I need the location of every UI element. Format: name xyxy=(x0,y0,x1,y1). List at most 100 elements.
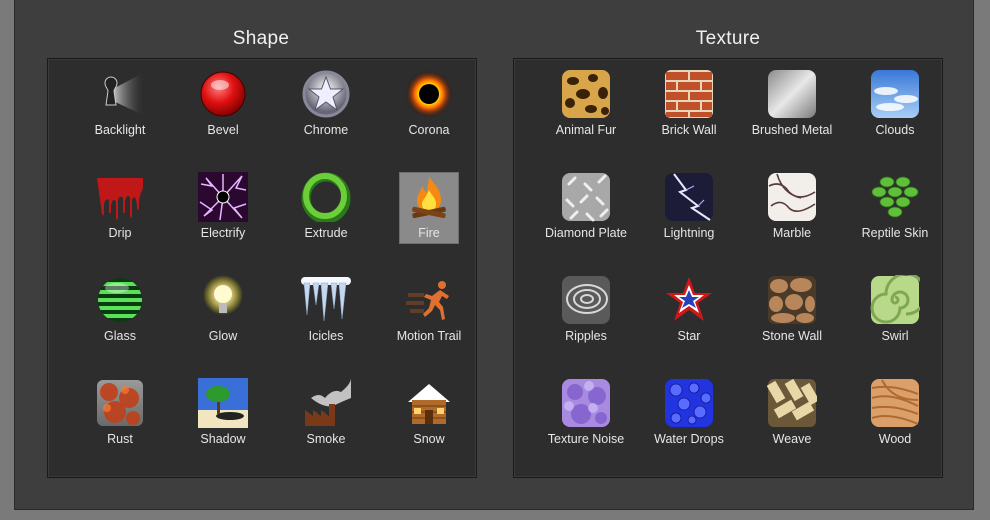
texture-item-label: Swirl xyxy=(881,329,909,343)
texture-item-texture-noise[interactable]: Texture Noise xyxy=(536,372,636,472)
brick-wall-icon xyxy=(664,69,714,119)
shape-item-icicles[interactable]: Icicles xyxy=(276,269,376,369)
texture-item-clouds[interactable]: Clouds xyxy=(845,63,945,163)
lightning-icon xyxy=(664,172,714,222)
shape-item-label: Corona xyxy=(408,123,450,137)
texture-item-label: Marble xyxy=(772,226,812,240)
shape-item-label: Icicles xyxy=(308,329,344,343)
clouds-icon xyxy=(870,69,920,119)
glass-icon xyxy=(95,275,145,325)
shape-item-label: Glow xyxy=(208,329,238,343)
texture-item-marble[interactable]: Marble xyxy=(742,166,842,266)
shape-item-snow[interactable]: Snow xyxy=(379,372,479,472)
texture-item-diamond-plate[interactable]: Diamond Plate xyxy=(536,166,636,266)
shape-grid: Backlight Bevel Chrome Corona Drip Electrify E… xyxy=(47,58,477,478)
shape-item-label: Shadow xyxy=(200,432,246,446)
texture-item-wood[interactable]: Wood xyxy=(845,372,945,472)
shape-item-label: Drip xyxy=(108,226,132,240)
shape-item-label: Smoke xyxy=(306,432,346,446)
water-drops-icon xyxy=(664,378,714,428)
texture-item-animal-fur[interactable]: Animal Fur xyxy=(536,63,636,163)
corona-icon xyxy=(404,69,454,119)
wood-icon xyxy=(870,378,920,428)
shape-item-label: Chrome xyxy=(303,123,349,137)
rust-icon xyxy=(95,378,145,428)
bevel-icon xyxy=(198,69,248,119)
shape-item-label: Rust xyxy=(107,432,133,446)
shape-item-fire[interactable]: Fire xyxy=(379,166,479,266)
shape-item-bevel[interactable]: Bevel xyxy=(173,63,273,163)
texture-noise-icon xyxy=(561,378,611,428)
drip-icon xyxy=(95,172,145,222)
shape-item-label: Motion Trail xyxy=(396,329,462,343)
shape-item-label: Fire xyxy=(418,226,440,240)
star-icon xyxy=(664,275,714,325)
texture-item-label: Reptile Skin xyxy=(861,226,929,240)
weave-icon xyxy=(767,378,817,428)
texture-item-label: Brushed Metal xyxy=(751,123,833,137)
shape-panel-title: Shape xyxy=(232,28,290,49)
icicles-icon xyxy=(301,275,351,325)
shape-item-shadow[interactable]: Shadow xyxy=(173,372,273,472)
diamond-plate-icon xyxy=(561,172,611,222)
texture-item-stone-wall[interactable]: Stone Wall xyxy=(742,269,842,369)
glow-icon xyxy=(198,275,248,325)
texture-item-label: Wood xyxy=(878,432,912,446)
texture-item-water-drops[interactable]: Water Drops xyxy=(639,372,739,472)
texture-item-label: Animal Fur xyxy=(555,123,617,137)
motion-trail-icon xyxy=(404,275,454,325)
backlight-icon xyxy=(95,69,145,119)
shape-item-label: Bevel xyxy=(207,123,239,137)
marble-icon xyxy=(767,172,817,222)
extrude-icon xyxy=(301,172,351,222)
shape-item-chrome[interactable]: Chrome xyxy=(276,63,376,163)
shape-item-glow[interactable]: Glow xyxy=(173,269,273,369)
ripples-icon xyxy=(561,275,611,325)
shape-item-motion-trail[interactable]: Motion Trail xyxy=(379,269,479,369)
texture-item-reptile-skin[interactable]: Reptile Skin xyxy=(845,166,945,266)
texture-item-lightning[interactable]: Lightning xyxy=(639,166,739,266)
shape-item-electrify[interactable]: Electrify xyxy=(173,166,273,266)
texture-item-label: Water Drops xyxy=(654,432,724,446)
reptile-skin-icon xyxy=(870,172,920,222)
chrome-icon xyxy=(301,69,351,119)
swirl-icon xyxy=(870,275,920,325)
shape-item-label: Glass xyxy=(104,329,136,343)
shape-item-rust[interactable]: Rust xyxy=(70,372,170,472)
texture-item-label: Star xyxy=(677,329,701,343)
smoke-icon xyxy=(301,378,351,428)
shape-item-smoke[interactable]: Smoke xyxy=(276,372,376,472)
texture-item-brick-wall[interactable]: Brick Wall xyxy=(639,63,739,163)
shape-item-backlight[interactable]: Backlight xyxy=(70,63,170,163)
texture-item-label: Weave xyxy=(772,432,812,446)
texture-item-brushed-metal[interactable]: Brushed Metal xyxy=(742,63,842,163)
texture-item-star[interactable]: Star xyxy=(639,269,739,369)
texture-item-swirl[interactable]: Swirl xyxy=(845,269,945,369)
fire-icon xyxy=(404,172,454,222)
shape-item-label: Extrude xyxy=(304,226,348,240)
shadow-icon xyxy=(198,378,248,428)
animal-fur-icon xyxy=(561,69,611,119)
texture-item-label: Brick Wall xyxy=(661,123,717,137)
texture-item-label: Diamond Plate xyxy=(545,226,627,240)
shape-item-drip[interactable]: Drip xyxy=(70,166,170,266)
texture-item-label: Stone Wall xyxy=(762,329,822,343)
texture-grid: Animal Fur Brick Wall Brushed Metal Clouds D… xyxy=(513,58,943,478)
effects-window: Shape Backlight Bevel Chrome Corona Drip Elec… xyxy=(14,0,974,510)
texture-item-label: Texture Noise xyxy=(547,432,625,446)
stone-wall-icon xyxy=(767,275,817,325)
shape-item-label: Snow xyxy=(413,432,445,446)
texture-item-ripples[interactable]: Ripples xyxy=(536,269,636,369)
snow-icon xyxy=(404,378,454,428)
shape-item-corona[interactable]: Corona xyxy=(379,63,479,163)
texture-item-weave[interactable]: Weave xyxy=(742,372,842,472)
brushed-metal-icon xyxy=(767,69,817,119)
electrify-icon xyxy=(198,172,248,222)
shape-item-extrude[interactable]: Extrude xyxy=(276,166,376,266)
shape-item-glass[interactable]: Glass xyxy=(70,269,170,369)
texture-item-label: Ripples xyxy=(565,329,607,343)
shape-item-label: Electrify xyxy=(200,226,246,240)
shape-item-label: Backlight xyxy=(94,123,146,137)
texture-item-label: Lightning xyxy=(663,226,715,240)
texture-panel-title: Texture xyxy=(695,28,761,49)
